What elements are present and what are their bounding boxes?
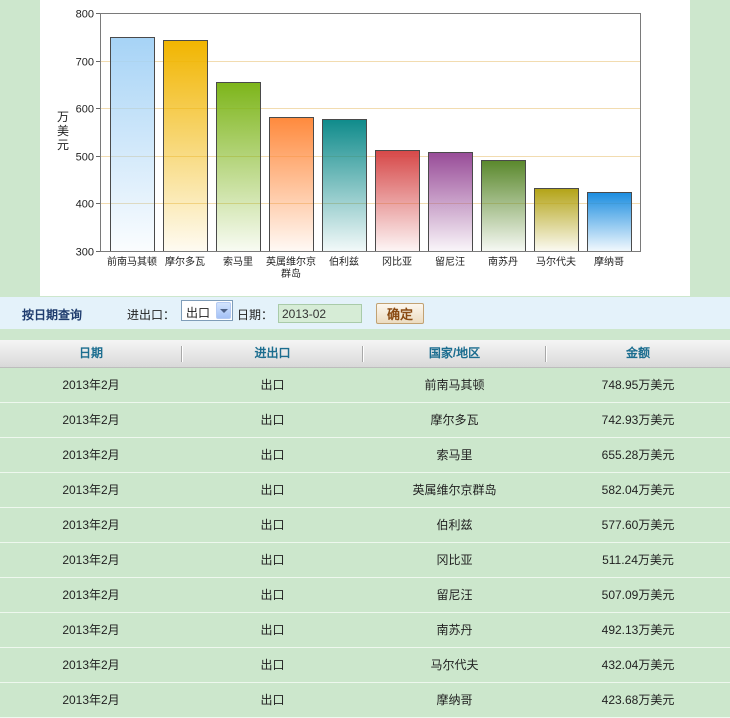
cell-direction: 出口 <box>260 693 285 707</box>
query-bar: 按日期查询 进出口： 出口 日期： 确定 <box>0 297 730 329</box>
column-divider <box>181 346 183 362</box>
cell-amount: 655.28万美元 <box>601 448 675 462</box>
y-tick-label: 800 <box>76 9 94 21</box>
header-country: 国家/地区 <box>428 346 481 360</box>
table-row: 2013年2月 出口 伯利兹 577.60万美元 <box>0 508 730 543</box>
query-title: 按日期查询 <box>22 308 83 322</box>
cell-direction: 出口 <box>260 483 285 497</box>
x-tick-label: 索马里 <box>223 257 253 268</box>
cell-amount: 582.04万美元 <box>601 483 675 497</box>
date-label: 日期： <box>237 308 274 322</box>
table-row: 2013年2月 出口 摩尔多瓦 742.93万美元 <box>0 403 730 438</box>
x-tick-label: 摩尔多瓦 <box>165 257 205 268</box>
cell-direction: 出口 <box>260 623 285 637</box>
cell-amount: 492.13万美元 <box>601 623 675 637</box>
cell-country: 冈比亚 <box>436 553 473 567</box>
cell-country: 马尔代夫 <box>430 658 479 672</box>
cell-country: 摩纳哥 <box>436 693 473 707</box>
table-row: 2013年2月 出口 索马里 655.28万美元 <box>0 438 730 473</box>
table-row: 2013年2月 出口 冈比亚 511.24万美元 <box>0 543 730 578</box>
table-body: 2013年2月 出口 前南马其顿 748.95万美元 2013年2月 出口 摩尔多瓦 742.… <box>0 368 730 718</box>
cell-direction: 出口 <box>260 378 285 392</box>
column-divider <box>545 346 547 362</box>
y-tick-label: 300 <box>76 247 94 259</box>
chart-panel: 300 400 500 600 700 800 万美元 前南马其顿 摩尔多瓦 索马里 英属维尔京… <box>40 0 690 296</box>
y-tick-label: 500 <box>76 152 94 164</box>
x-tick-label: 伯利兹 <box>329 257 359 268</box>
bar-5 <box>322 119 367 252</box>
cell-direction: 出口 <box>260 518 285 532</box>
bar-1 <box>110 37 155 252</box>
cell-date: 2013年2月 <box>62 588 120 602</box>
date-input[interactable] <box>278 304 362 323</box>
cell-country: 伯利兹 <box>436 518 473 532</box>
cell-country: 前南马其顿 <box>424 378 485 392</box>
x-tick-label: 马尔代夫 <box>536 257 576 268</box>
column-divider <box>362 346 364 362</box>
cell-amount: 423.68万美元 <box>601 693 675 707</box>
table-row: 2013年2月 出口 摩纳哥 423.68万美元 <box>0 683 730 718</box>
cell-amount: 432.04万美元 <box>601 658 675 672</box>
bar-8 <box>481 160 526 252</box>
x-tick-label: 留尼汪 <box>435 257 465 268</box>
bar-4 <box>269 117 314 252</box>
cell-date: 2013年2月 <box>62 623 120 637</box>
bar-chart: 300 400 500 600 700 800 <box>76 9 641 259</box>
submit-button[interactable]: 确定 <box>376 303 424 324</box>
x-tick-label: 冈比亚 <box>382 257 412 268</box>
y-tick-label: 400 <box>76 199 94 211</box>
direction-select[interactable]: 出口 <box>181 300 233 321</box>
y-tick-label: 600 <box>76 104 94 116</box>
bar-7 <box>428 152 473 252</box>
cell-date: 2013年2月 <box>62 658 120 672</box>
cell-country: 英属维尔京群岛 <box>412 483 497 497</box>
bar-9 <box>534 188 579 252</box>
cell-amount: 511.24万美元 <box>602 553 674 567</box>
cell-amount: 742.93万美元 <box>601 413 675 427</box>
y-axis-label: 万美元 <box>57 110 70 152</box>
cell-amount: 577.60万美元 <box>601 518 675 532</box>
cell-date: 2013年2月 <box>62 553 120 567</box>
bar-3 <box>216 82 261 252</box>
cell-direction: 出口 <box>260 448 285 462</box>
x-tick-label: 前南马其顿 <box>107 257 157 268</box>
cell-country: 南苏丹 <box>436 623 473 637</box>
cell-country: 索马里 <box>436 448 473 462</box>
cell-date: 2013年2月 <box>62 693 120 707</box>
cell-country: 摩尔多瓦 <box>430 413 479 427</box>
direction-select-value: 出口 <box>186 306 211 320</box>
table-row: 2013年2月 出口 南苏丹 492.13万美元 <box>0 613 730 648</box>
table-header: 日期 进出口 国家/地区 金额 <box>0 340 730 368</box>
cell-country: 留尼汪 <box>436 588 473 602</box>
cell-direction: 出口 <box>260 658 285 672</box>
header-date: 日期 <box>78 346 103 360</box>
cell-date: 2013年2月 <box>62 483 120 497</box>
y-tick-label: 700 <box>76 57 94 69</box>
direction-label: 进出口： <box>127 308 176 322</box>
table-row: 2013年2月 出口 英属维尔京群岛 582.04万美元 <box>0 473 730 508</box>
bar-6 <box>375 150 420 252</box>
data-table: 日期 进出口 国家/地区 金额 2013年2月 出口 前南马其顿 748.95万美元 2… <box>0 340 730 718</box>
cell-date: 2013年2月 <box>62 378 120 392</box>
cell-date: 2013年2月 <box>62 413 120 427</box>
table-row: 2013年2月 出口 留尼汪 507.09万美元 <box>0 578 730 613</box>
bar-10 <box>587 192 632 252</box>
header-amount: 金额 <box>625 346 650 360</box>
chevron-down-icon[interactable] <box>216 302 231 319</box>
table-row: 2013年2月 出口 马尔代夫 432.04万美元 <box>0 648 730 683</box>
cell-direction: 出口 <box>260 553 285 567</box>
cell-date: 2013年2月 <box>62 518 120 532</box>
cell-amount: 748.95万美元 <box>601 378 675 392</box>
table-row: 2013年2月 出口 前南马其顿 748.95万美元 <box>0 368 730 403</box>
x-tick-label: 摩纳哥 <box>594 257 624 268</box>
cell-amount: 507.09万美元 <box>601 588 675 602</box>
x-tick-label: 南苏丹 <box>488 257 518 268</box>
cell-date: 2013年2月 <box>62 448 120 462</box>
bar-2 <box>163 40 208 252</box>
x-tick-label: 英属维尔京群岛 <box>266 257 316 280</box>
header-direction: 进出口 <box>254 346 291 360</box>
cell-direction: 出口 <box>260 588 285 602</box>
cell-direction: 出口 <box>260 413 285 427</box>
